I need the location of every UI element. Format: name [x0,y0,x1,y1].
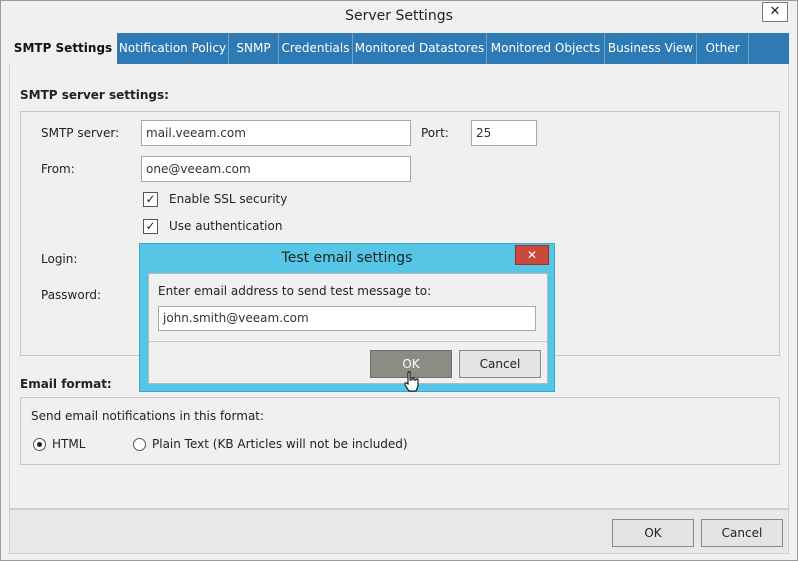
ssl-label: Enable SSL security [169,192,288,206]
test-email-input[interactable]: john.smith@veeam.com [158,306,536,331]
test-email-prompt: Enter email address to send test message… [158,284,432,298]
checkmark-icon: ✓ [145,219,156,233]
auth-checkbox[interactable]: ✓ [143,219,158,234]
divider [149,341,547,342]
title-bar: Server Settings ✕ [1,1,797,32]
smtp-server-label: SMTP server: [41,126,120,140]
email-format-group: Send email notifications in this format:… [20,397,780,465]
test-email-dialog: Test email settings ✕ Enter email addres… [139,243,555,392]
from-input[interactable]: one@veeam.com [141,156,411,182]
password-label: Password: [41,288,102,302]
dialog-footer: OK Cancel [9,509,789,554]
tab-other[interactable]: Other [697,33,749,64]
smtp-server-input[interactable]: mail.veeam.com [141,120,411,146]
html-radio[interactable] [33,438,46,451]
hand-pointer-icon [404,371,419,392]
tab-snmp[interactable]: SNMP [229,33,279,64]
ssl-checkbox[interactable]: ✓ [143,192,158,207]
tab-bar: SMTP Settings Notification Policy SNMP C… [9,33,789,65]
test-email-dialog-body: Enter email address to send test message… [148,273,548,384]
tab-notification-policy[interactable]: Notification Policy [117,33,229,64]
window-close-button[interactable]: ✕ [762,2,788,22]
window-title: Server Settings [345,8,453,24]
tab-credentials[interactable]: Credentials [279,33,353,64]
ok-button[interactable]: OK [612,519,694,547]
checkmark-icon: ✓ [145,192,156,206]
port-label: Port: [421,126,449,140]
test-email-cancel-button[interactable]: Cancel [459,350,541,378]
plain-text-radio[interactable] [133,438,146,451]
port-input[interactable]: 25 [471,120,537,146]
from-label: From: [41,162,75,176]
email-format-title: Email format: [20,377,112,391]
tab-monitored-datastores[interactable]: Monitored Datastores [353,33,487,64]
test-email-dialog-title: Test email settings [281,250,413,266]
cancel-button[interactable]: Cancel [701,519,783,547]
html-radio-label: HTML [52,437,86,451]
smtp-section-title: SMTP server settings: [20,88,169,102]
login-label: Login: [41,252,78,266]
plain-text-radio-label: Plain Text (KB Articles will not be incl… [152,437,408,451]
close-icon: ✕ [769,4,781,19]
email-format-prompt: Send email notifications in this format: [31,409,265,423]
close-icon: ✕ [526,248,538,262]
test-email-close-button[interactable]: ✕ [515,245,549,265]
tab-business-view[interactable]: Business View [605,33,697,64]
tab-smtp-settings[interactable]: SMTP Settings [9,33,117,65]
auth-label: Use authentication [169,219,283,233]
tab-monitored-objects[interactable]: Monitored Objects [487,33,605,64]
